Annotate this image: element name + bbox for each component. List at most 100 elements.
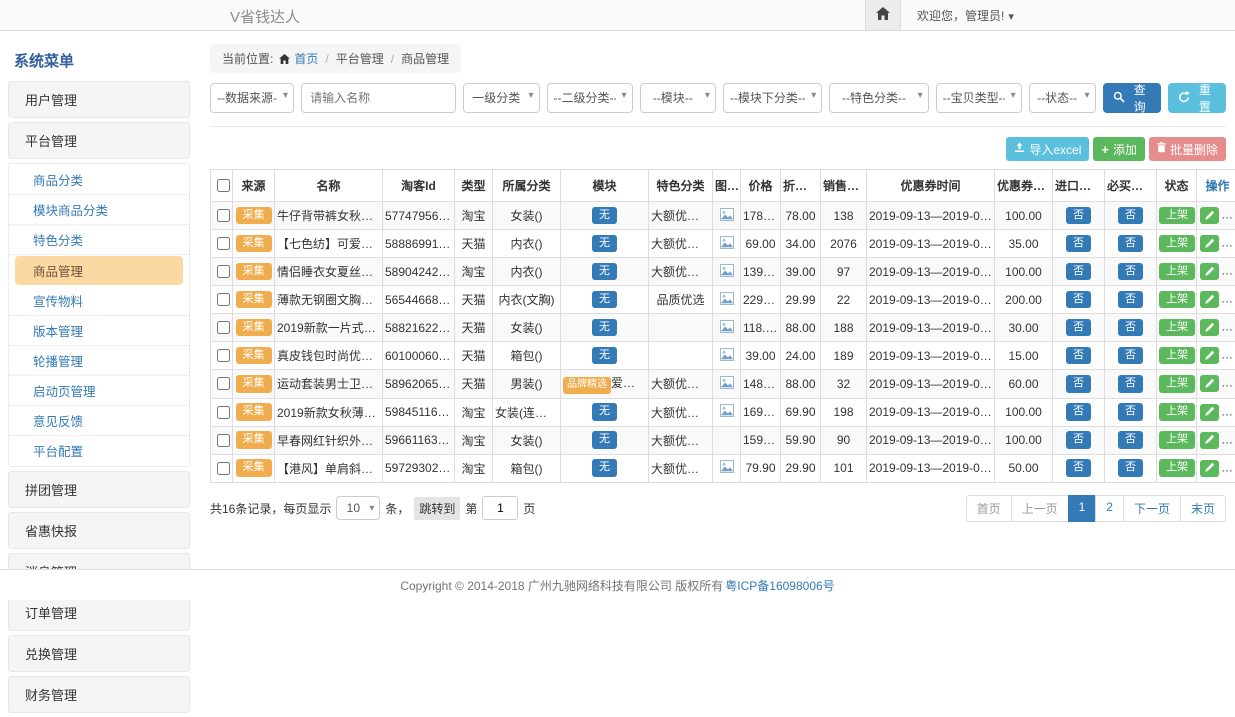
- sidebar-subitem[interactable]: 宣传物料: [9, 286, 189, 316]
- row-checkbox[interactable]: [217, 293, 230, 306]
- filter-select-wrap: --二级分类--: [547, 83, 633, 113]
- status-badge[interactable]: 上架: [1159, 235, 1195, 253]
- name-search-input[interactable]: [301, 83, 456, 113]
- status-badge[interactable]: 上架: [1159, 375, 1195, 393]
- sidebar-subitem-active[interactable]: 商品管理: [15, 256, 183, 285]
- edit-button[interactable]: [1200, 404, 1219, 421]
- sidebar-subitem[interactable]: 轮播管理: [9, 346, 189, 376]
- row-checkbox[interactable]: [217, 265, 230, 278]
- sidebar-subitem[interactable]: 商品分类: [9, 165, 189, 195]
- import-select-badge-cell: 否: [1053, 258, 1105, 286]
- status-badge[interactable]: 上架: [1159, 431, 1195, 449]
- welcome-text: 欢迎您，管理员!: [917, 9, 1004, 23]
- module-select[interactable]: --模块--: [640, 83, 716, 113]
- edit-button[interactable]: [1200, 460, 1219, 477]
- status-badge[interactable]: 上架: [1159, 459, 1195, 477]
- pager-button[interactable]: 上一页: [1011, 495, 1069, 522]
- pager-button[interactable]: 1: [1068, 495, 1097, 522]
- row-checkbox[interactable]: [217, 209, 230, 222]
- sidebar-group-item[interactable]: 平台管理: [8, 122, 190, 159]
- import-select-badge[interactable]: 否: [1066, 263, 1091, 281]
- status-badge[interactable]: 上架: [1159, 319, 1195, 337]
- import-select-badge[interactable]: 否: [1066, 403, 1091, 421]
- edit-button[interactable]: [1200, 432, 1219, 449]
- batch-delete-button[interactable]: 批量删除: [1149, 137, 1226, 161]
- sidebar-subitem[interactable]: 启动页管理: [9, 376, 189, 406]
- pager-button[interactable]: 首页: [966, 495, 1012, 522]
- per-page-select[interactable]: 10: [336, 496, 380, 520]
- pager-button[interactable]: 下一页: [1123, 495, 1181, 522]
- import-select-badge[interactable]: 否: [1066, 347, 1091, 365]
- import-select-badge[interactable]: 否: [1066, 375, 1091, 393]
- search-button[interactable]: 查询: [1103, 83, 1161, 113]
- row-checkbox[interactable]: [217, 349, 230, 362]
- sidebar-group-item[interactable]: 拼团管理: [8, 471, 190, 508]
- icp-link[interactable]: 粤ICP备16098006号: [725, 577, 834, 594]
- must-buy-badge[interactable]: 否: [1118, 459, 1143, 477]
- must-buy-badge[interactable]: 否: [1118, 347, 1143, 365]
- feature-category: 大额优惠券: [649, 370, 713, 399]
- row-checkbox[interactable]: [217, 237, 230, 250]
- row-checkbox[interactable]: [217, 406, 230, 419]
- reset-label: 重置: [1194, 81, 1216, 115]
- sales-count: 22: [821, 286, 867, 314]
- status-select[interactable]: --状态--: [1029, 83, 1096, 113]
- home-button[interactable]: [865, 0, 901, 30]
- sidebar-group-item[interactable]: 用户管理: [8, 81, 190, 118]
- sidebar-subitem[interactable]: 特色分类: [9, 225, 189, 255]
- import-select-badge[interactable]: 否: [1066, 431, 1091, 449]
- sidebar-subitem[interactable]: 版本管理: [9, 316, 189, 346]
- edit-button[interactable]: [1200, 207, 1219, 224]
- edit-button[interactable]: [1200, 347, 1219, 364]
- item-type-select[interactable]: --宝贝类型--: [936, 83, 1022, 113]
- status-badge[interactable]: 上架: [1159, 403, 1195, 421]
- edit-button[interactable]: [1200, 291, 1219, 308]
- pager-button[interactable]: 2: [1095, 495, 1124, 522]
- add-button[interactable]: + 添加: [1093, 137, 1145, 161]
- must-buy-badge[interactable]: 否: [1118, 431, 1143, 449]
- must-buy-badge[interactable]: 否: [1118, 291, 1143, 309]
- sidebar-subitem[interactable]: 平台配置: [9, 436, 189, 465]
- must-buy-badge[interactable]: 否: [1118, 403, 1143, 421]
- sidebar-group-item[interactable]: 财务管理: [8, 676, 190, 713]
- pager-button[interactable]: 末页: [1180, 495, 1226, 522]
- feature-select[interactable]: --特色分类--: [829, 83, 928, 113]
- edit-button[interactable]: [1200, 263, 1219, 280]
- must-buy-badge[interactable]: 否: [1118, 207, 1143, 225]
- sidebar-subitem[interactable]: 模块商品分类: [9, 195, 189, 225]
- row-checkbox[interactable]: [217, 377, 230, 390]
- status-badge[interactable]: 上架: [1159, 263, 1195, 281]
- import-select-badge[interactable]: 否: [1066, 459, 1091, 477]
- import-select-badge[interactable]: 否: [1066, 319, 1091, 337]
- status-badge[interactable]: 上架: [1159, 291, 1195, 309]
- jump-button[interactable]: 跳转到: [414, 497, 460, 520]
- jump-page-input[interactable]: [482, 496, 518, 520]
- edit-button[interactable]: [1200, 319, 1219, 336]
- import-select-badge[interactable]: 否: [1066, 291, 1091, 309]
- level2-category-select[interactable]: --二级分类--: [547, 83, 633, 113]
- source-select[interactable]: --数据来源--: [210, 83, 294, 113]
- import-select-badge[interactable]: 否: [1066, 235, 1091, 253]
- status-badge[interactable]: 上架: [1159, 347, 1195, 365]
- row-checkbox[interactable]: [217, 434, 230, 447]
- user-menu[interactable]: 欢迎您，管理员!: [917, 7, 1014, 24]
- sidebar-group-item[interactable]: 兑换管理: [8, 635, 190, 672]
- must-buy-badge[interactable]: 否: [1118, 263, 1143, 281]
- module-sub-select[interactable]: --模块下分类--: [723, 83, 822, 113]
- sidebar-group-item[interactable]: 省惠快报: [8, 512, 190, 549]
- row-checkbox[interactable]: [217, 462, 230, 475]
- breadcrumb-home-link[interactable]: 首页: [294, 50, 318, 67]
- sidebar-subitem[interactable]: 意见反馈: [9, 406, 189, 436]
- row-checkbox[interactable]: [217, 321, 230, 334]
- level1-category-select[interactable]: 一级分类: [463, 83, 539, 113]
- edit-button[interactable]: [1200, 375, 1219, 392]
- must-buy-badge[interactable]: 否: [1118, 375, 1143, 393]
- select-all-checkbox[interactable]: [217, 179, 230, 192]
- reset-button[interactable]: 重置: [1168, 83, 1226, 113]
- status-badge[interactable]: 上架: [1159, 207, 1195, 225]
- must-buy-badge[interactable]: 否: [1118, 235, 1143, 253]
- must-buy-badge[interactable]: 否: [1118, 319, 1143, 337]
- import-excel-button[interactable]: 导入excel: [1006, 137, 1089, 161]
- edit-button[interactable]: [1200, 235, 1219, 252]
- import-select-badge[interactable]: 否: [1066, 207, 1091, 225]
